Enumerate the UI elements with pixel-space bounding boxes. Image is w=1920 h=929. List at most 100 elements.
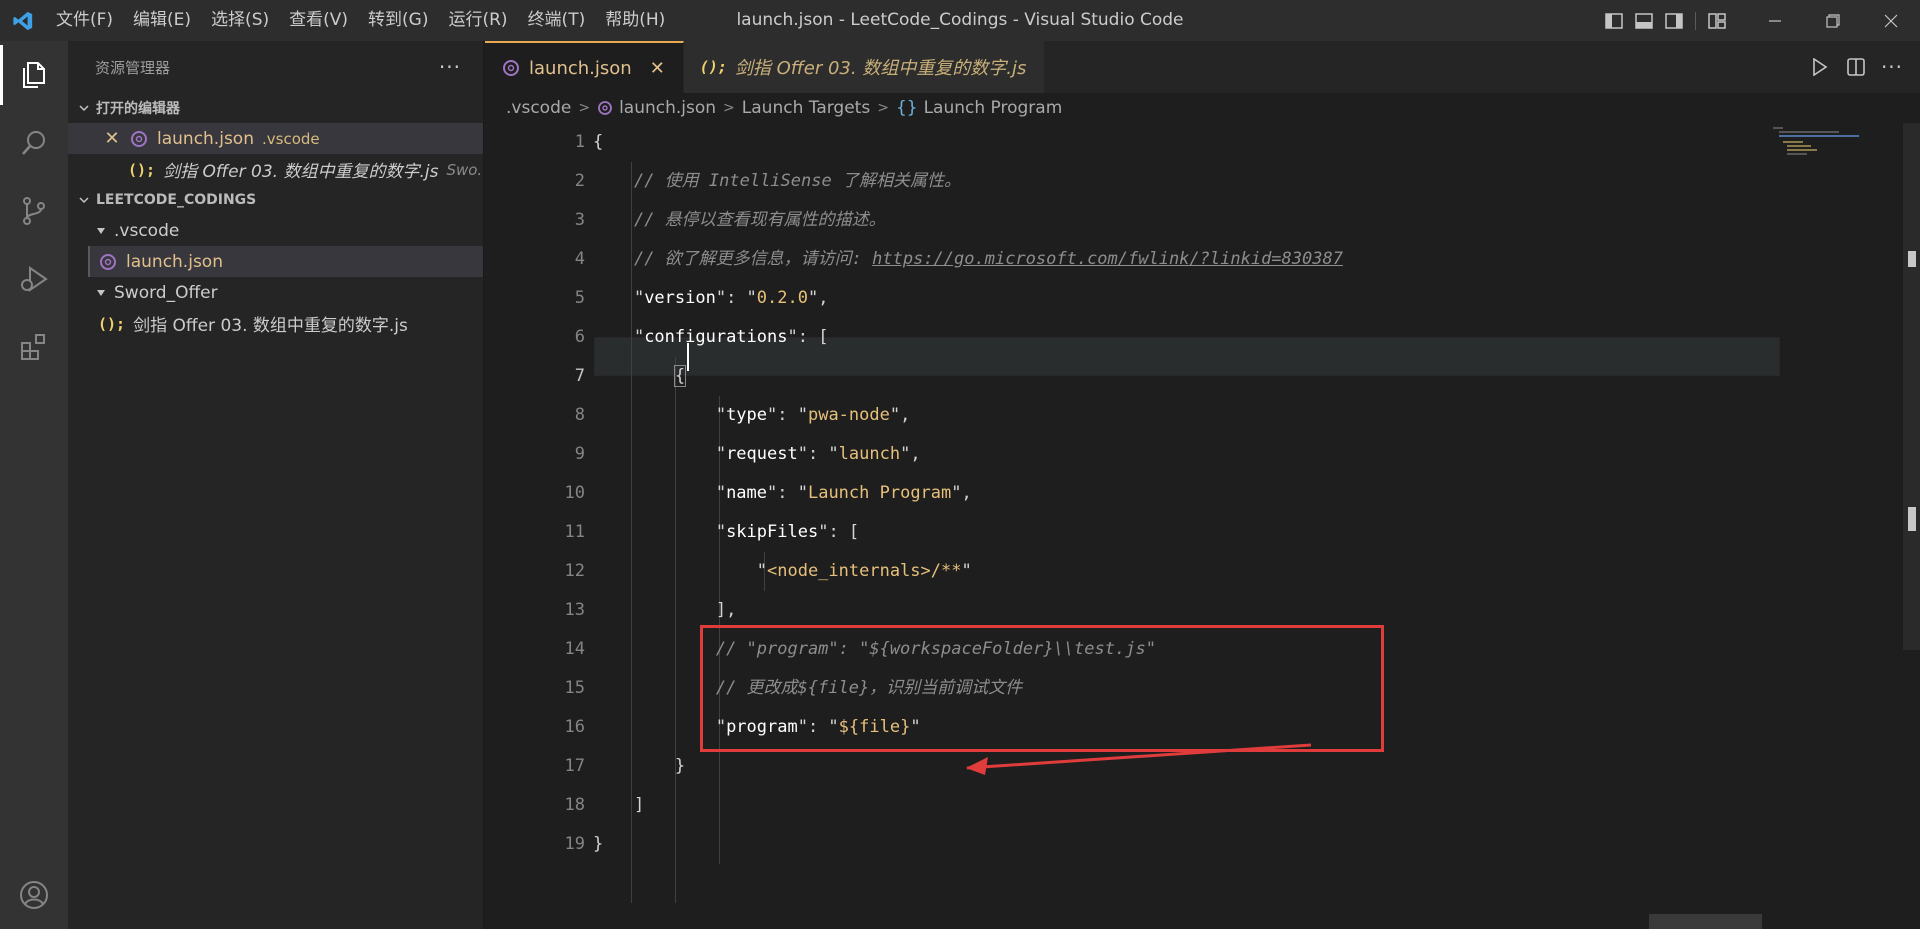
line-number: 5 bbox=[574, 288, 585, 308]
code-line: // 使用 IntelliSense 了解相关属性。 bbox=[593, 162, 1343, 201]
js-file-icon: (); bbox=[98, 314, 126, 333]
workspace-section[interactable]: LEETCODE_CODINGS bbox=[68, 185, 483, 215]
split-editor-icon[interactable] bbox=[1838, 41, 1874, 93]
file-item[interactable]: (); 剑指 Offer 03. 数组中重复的数字.js bbox=[68, 308, 483, 339]
code-line: { bbox=[593, 357, 1343, 396]
line-number: 2 bbox=[574, 171, 585, 191]
explorer-icon[interactable] bbox=[0, 41, 68, 109]
menu-view[interactable]: 查看(V) bbox=[279, 0, 358, 41]
json-string: pwa-node bbox=[807, 405, 890, 425]
folder-expanded-icon bbox=[68, 288, 106, 298]
comment-link[interactable]: https://go.microsoft.com/fwlink/?linkid=… bbox=[872, 249, 1343, 269]
code-line: } bbox=[593, 747, 1343, 786]
token: } bbox=[674, 756, 686, 776]
scroll-marker bbox=[1908, 507, 1916, 531]
menu-run[interactable]: 运行(R) bbox=[438, 0, 517, 41]
line-number: 16 bbox=[564, 717, 585, 737]
menu-selection[interactable]: 选择(S) bbox=[201, 0, 279, 41]
open-editors-section[interactable]: 打开的编辑器 bbox=[68, 93, 483, 123]
menu-edit[interactable]: 编辑(E) bbox=[123, 0, 201, 41]
json-string: launch bbox=[838, 444, 901, 464]
extensions-icon[interactable] bbox=[0, 313, 68, 381]
search-icon[interactable] bbox=[0, 109, 68, 177]
line-number: 6 bbox=[574, 327, 585, 347]
open-editor-desc: Swo... bbox=[446, 160, 483, 179]
account-icon[interactable] bbox=[0, 861, 68, 929]
minimap[interactable] bbox=[1773, 123, 1903, 183]
json-file-icon bbox=[501, 58, 521, 78]
run-debug-icon[interactable] bbox=[0, 245, 68, 313]
token: ], bbox=[715, 600, 737, 620]
tab-bar: launch.json ✕ (); 剑指 Offer 03. 数组中重复的数字.… bbox=[485, 41, 1920, 93]
breadcrumb-file[interactable]: launch.json bbox=[619, 98, 716, 118]
line-number: 8 bbox=[574, 405, 585, 425]
toggle-secondary-sidebar-icon[interactable] bbox=[1659, 0, 1689, 41]
line-number: 17 bbox=[564, 756, 585, 776]
code-line: { bbox=[593, 123, 1343, 162]
token: } bbox=[593, 834, 604, 854]
breadcrumb-launch-targets[interactable]: Launch Targets bbox=[742, 98, 870, 118]
minimize-icon[interactable] bbox=[1746, 0, 1804, 41]
source-control-icon[interactable] bbox=[0, 177, 68, 245]
close-tab-icon[interactable]: ✕ bbox=[650, 58, 665, 79]
chevron-right-icon: > bbox=[723, 100, 735, 116]
line-number: 3 bbox=[574, 210, 585, 230]
toggle-panel-icon[interactable] bbox=[1629, 0, 1659, 41]
file-item[interactable]: launch.json bbox=[88, 246, 483, 277]
token: : [ bbox=[828, 522, 860, 542]
object-icon: {} bbox=[895, 98, 918, 118]
menu-terminal[interactable]: 终端(T) bbox=[518, 0, 596, 41]
json-file-icon bbox=[98, 252, 118, 272]
run-icon[interactable] bbox=[1802, 41, 1838, 93]
open-editor-item[interactable]: ✕ launch.json .vscode bbox=[68, 123, 483, 154]
menu-go[interactable]: 转到(G) bbox=[358, 0, 438, 41]
explorer-sidebar: 资源管理器 ··· 打开的编辑器 ✕ launch.json .vscode (… bbox=[68, 41, 484, 929]
line-number: 7 bbox=[574, 366, 585, 386]
sidebar-title: 资源管理器 bbox=[95, 58, 171, 77]
customize-layout-icon[interactable] bbox=[1702, 0, 1732, 41]
json-key: name bbox=[726, 483, 768, 503]
chevron-down-icon bbox=[76, 192, 92, 208]
divider bbox=[1695, 11, 1696, 30]
menu-file[interactable]: 文件(F) bbox=[46, 0, 123, 41]
line-number: 13 bbox=[564, 600, 585, 620]
code-line: // 悬停以查看现有属性的描述。 bbox=[593, 201, 1343, 240]
vertical-scrollbar[interactable] bbox=[1903, 123, 1920, 650]
file-name: 剑指 Offer 03. 数组中重复的数字.js bbox=[133, 316, 408, 336]
json-key: type bbox=[726, 405, 768, 425]
annotation-box bbox=[700, 625, 1384, 752]
token: { bbox=[673, 365, 687, 387]
folder-expanded-icon bbox=[68, 226, 106, 236]
close-window-icon[interactable] bbox=[1862, 0, 1920, 41]
menu-help[interactable]: 帮助(H) bbox=[595, 0, 675, 41]
editor-area: launch.json ✕ (); 剑指 Offer 03. 数组中重复的数字.… bbox=[485, 41, 1920, 929]
code-editor[interactable]: 1 2 3 4 5 6 7 8 9 10 11 12 13 14 15 16 1… bbox=[485, 123, 1920, 929]
more-dots: ··· bbox=[1880, 55, 1904, 79]
folder-item[interactable]: .vscode bbox=[68, 215, 483, 246]
json-string: 0.2.0 bbox=[756, 288, 808, 308]
breadcrumb-folder[interactable]: .vscode bbox=[506, 98, 571, 118]
more-actions-icon[interactable]: ··· bbox=[1874, 41, 1910, 93]
horizontal-scrollbar[interactable] bbox=[1649, 914, 1762, 929]
text-cursor bbox=[687, 343, 689, 371]
restore-icon[interactable] bbox=[1804, 0, 1862, 41]
breadcrumb-launch-program[interactable]: Launch Program bbox=[924, 98, 1063, 118]
tab-label: 剑指 Offer 03. 数组中重复的数字.js bbox=[734, 58, 1027, 79]
code-line: } bbox=[593, 825, 1343, 864]
more-actions-icon[interactable]: ··· bbox=[439, 55, 461, 79]
vscode-logo-icon bbox=[0, 0, 46, 41]
tab-js-file[interactable]: (); 剑指 Offer 03. 数组中重复的数字.js bbox=[683, 41, 1046, 93]
code-line: "type": "pwa-node", bbox=[593, 405, 911, 425]
code-line: "skipFiles": [ bbox=[593, 522, 860, 542]
folder-item[interactable]: Sword_Offer bbox=[68, 277, 483, 308]
close-editor-icon[interactable]: ✕ bbox=[101, 128, 123, 149]
breadcrumb: .vscode > launch.json > Launch Targets >… bbox=[485, 93, 1920, 123]
tab-launch-json[interactable]: launch.json ✕ bbox=[485, 41, 684, 93]
line-number: 15 bbox=[564, 678, 585, 698]
line-numbers: 1 2 3 4 5 6 7 8 9 10 11 12 13 14 15 16 1… bbox=[485, 123, 585, 864]
open-editor-item[interactable]: (); 剑指 Offer 03. 数组中重复的数字.js Swo... bbox=[68, 154, 483, 185]
comment: // 欲了解更多信息，请访问: bbox=[633, 249, 873, 269]
file-name: launch.json bbox=[126, 251, 223, 272]
toggle-sidebar-icon[interactable] bbox=[1599, 0, 1629, 41]
chevron-right-icon: > bbox=[578, 100, 591, 116]
